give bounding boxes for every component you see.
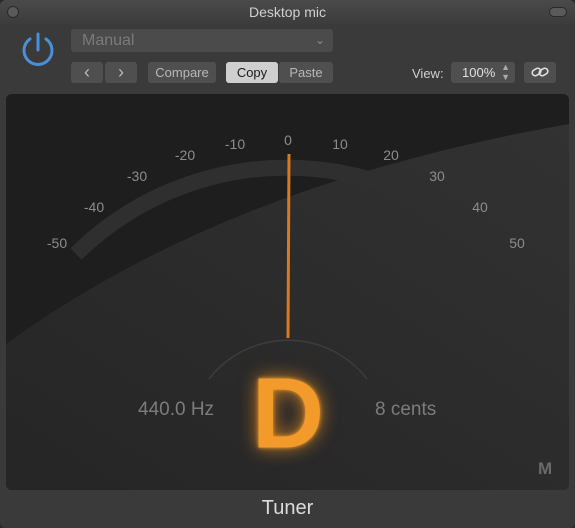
scale-label: 0 [284,132,292,148]
zoom-value: 100% [462,65,496,80]
plugin-window: Desktop mic Manual ⌄ ‹ › Compare Copy Pa… [0,0,575,528]
next-preset-button[interactable]: › [105,62,137,83]
stepper-icon: ▲ ▼ [501,62,510,82]
scale-label: 50 [509,235,525,251]
scale-label: 40 [472,199,488,215]
frequency-readout: 440.0 Hz [138,399,215,420]
window-expand-button[interactable] [549,7,567,17]
preset-value: Manual [82,32,135,49]
note-name: D [251,357,325,470]
link-button[interactable] [524,62,556,83]
link-icon [531,67,549,77]
mode-indicator[interactable]: M [538,459,552,479]
view-label: View: [412,66,444,81]
paste-button[interactable]: Paste [279,62,333,83]
zoom-select[interactable]: 100% ▲ ▼ [451,62,515,83]
scale-label: -40 [83,199,105,215]
scale-label: -10 [224,136,246,152]
scale-label: 30 [429,168,445,184]
chevron-down-icon: ⌄ [314,33,325,47]
power-icon[interactable] [18,30,58,70]
scale-label: -20 [174,147,196,163]
tuner-needle [286,153,291,339]
cents-readout: 8 cents [375,399,437,420]
title-bar[interactable]: Desktop mic [0,0,575,24]
scale-label: -30 [126,168,148,184]
plugin-name: Tuner [261,497,314,519]
scale-label: -50 [46,235,68,251]
window-title: Desktop mic [248,4,327,20]
prev-preset-button[interactable]: ‹ [71,62,103,83]
preset-select[interactable]: Manual ⌄ [71,29,333,52]
scale-label: 20 [383,147,399,163]
compare-button[interactable]: Compare [148,62,216,83]
scale-label: 10 [332,136,348,152]
copy-button[interactable]: Copy [226,62,278,83]
